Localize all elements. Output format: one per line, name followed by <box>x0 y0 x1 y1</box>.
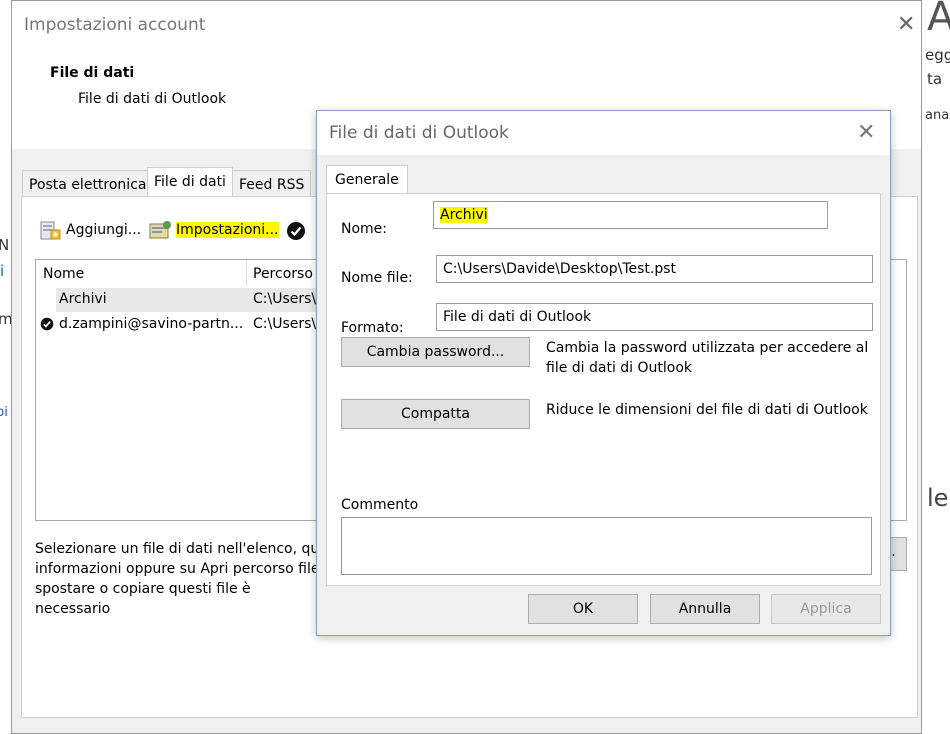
compact-description: Riduce le dimensioni del file di dati di… <box>546 402 868 418</box>
row-path: C:\Users\ <box>253 291 317 307</box>
bg-fragment: A <box>927 0 950 40</box>
bg-fragment: le <box>927 484 949 512</box>
tab-generale[interactable]: Generale <box>326 165 408 194</box>
comment-label: Commento <box>341 497 419 513</box>
background-right-strip: A egg ta ana le <box>920 0 950 734</box>
dialog-close-icon[interactable]: ✕ <box>857 122 875 144</box>
row-name: d.zampini@savino-partn... <box>59 316 244 332</box>
bg-fragment: egg <box>925 46 950 64</box>
format-label: Formato: <box>341 320 404 336</box>
bg-fragment: ana <box>925 108 950 123</box>
set-default-icon[interactable] <box>286 221 306 241</box>
compact-button[interactable]: Compatta <box>341 399 530 429</box>
section-title: File di dati <box>50 65 135 81</box>
outlook-data-file-dialog: File di dati di Outlook ✕ Generale Nome:… <box>316 110 891 636</box>
row-name: Archivi <box>59 291 107 307</box>
add-button-label: Aggiungi... <box>66 222 142 238</box>
add-button[interactable]: Aggiungi... <box>38 218 141 242</box>
name-label: Nome: <box>341 221 388 237</box>
name-field-value: Archivi <box>440 207 488 223</box>
column-divider[interactable] <box>246 260 247 286</box>
description-line: Selezionare un file di dati nell'elenco,… <box>35 541 324 557</box>
description-line: informazioni oppure su Apri percorso fil… <box>35 561 320 577</box>
add-data-file-icon <box>38 218 62 242</box>
filename-field[interactable]: C:\Users\Davide\Desktop\Test.pst <box>436 255 873 283</box>
ok-button[interactable]: OK <box>528 594 638 624</box>
change-password-description: Cambia la password utilizzata per accede… <box>546 338 868 378</box>
settings-button-label: Impostazioni... <box>176 222 279 238</box>
cancel-button[interactable]: Annulla <box>650 594 760 624</box>
change-password-desc-line: file di dati di Outlook <box>546 360 693 376</box>
row-path: C:\Users\ <box>253 316 317 332</box>
table-row[interactable]: Archivi C:\Users\ <box>56 288 356 312</box>
comment-textarea[interactable] <box>341 517 872 575</box>
column-header-path[interactable]: Percorso <box>253 266 313 282</box>
format-field[interactable]: File di dati di Outlook <box>436 303 873 331</box>
column-header-name[interactable]: Nome <box>43 266 84 282</box>
dialog-title: File di dati di Outlook <box>329 123 509 143</box>
tab-posta-elettronica[interactable]: Posta elettronica <box>22 170 154 198</box>
bg-fragment: i <box>0 262 5 280</box>
section-subtitle: File di dati di Outlook <box>78 91 227 107</box>
general-tab-panel: Nome: Archivi Nome file: C:\Users\Davide… <box>326 193 881 586</box>
change-password-desc-line: Cambia la password utilizzata per accede… <box>546 340 869 356</box>
account-settings-title: Impostazioni account <box>24 15 206 35</box>
name-field[interactable]: Archivi <box>433 201 828 229</box>
tab-file-di-dati[interactable]: File di dati <box>147 167 233 197</box>
description-line: spostare o copiare questi file è necessa… <box>35 581 251 617</box>
account-settings-close-icon[interactable]: ✕ <box>897 14 915 36</box>
settings-data-file-icon <box>148 218 172 242</box>
bg-fragment: ta <box>927 70 943 88</box>
filename-label: Nome file: <box>341 270 413 286</box>
bg-fragment: N <box>0 236 10 254</box>
apply-button[interactable]: Applica <box>771 594 881 624</box>
data-files-description: Selezionare un file di dati nell'elenco,… <box>35 539 325 619</box>
change-password-button[interactable]: Cambia password... <box>341 337 530 367</box>
tab-feed-rss[interactable]: Feed RSS <box>232 170 312 198</box>
bg-fragment: bi <box>0 405 8 420</box>
default-check-icon <box>40 317 54 331</box>
table-row[interactable]: d.zampini@savino-partn... C:\Users\ <box>40 313 360 337</box>
settings-button[interactable]: Impostazioni... <box>148 218 279 242</box>
